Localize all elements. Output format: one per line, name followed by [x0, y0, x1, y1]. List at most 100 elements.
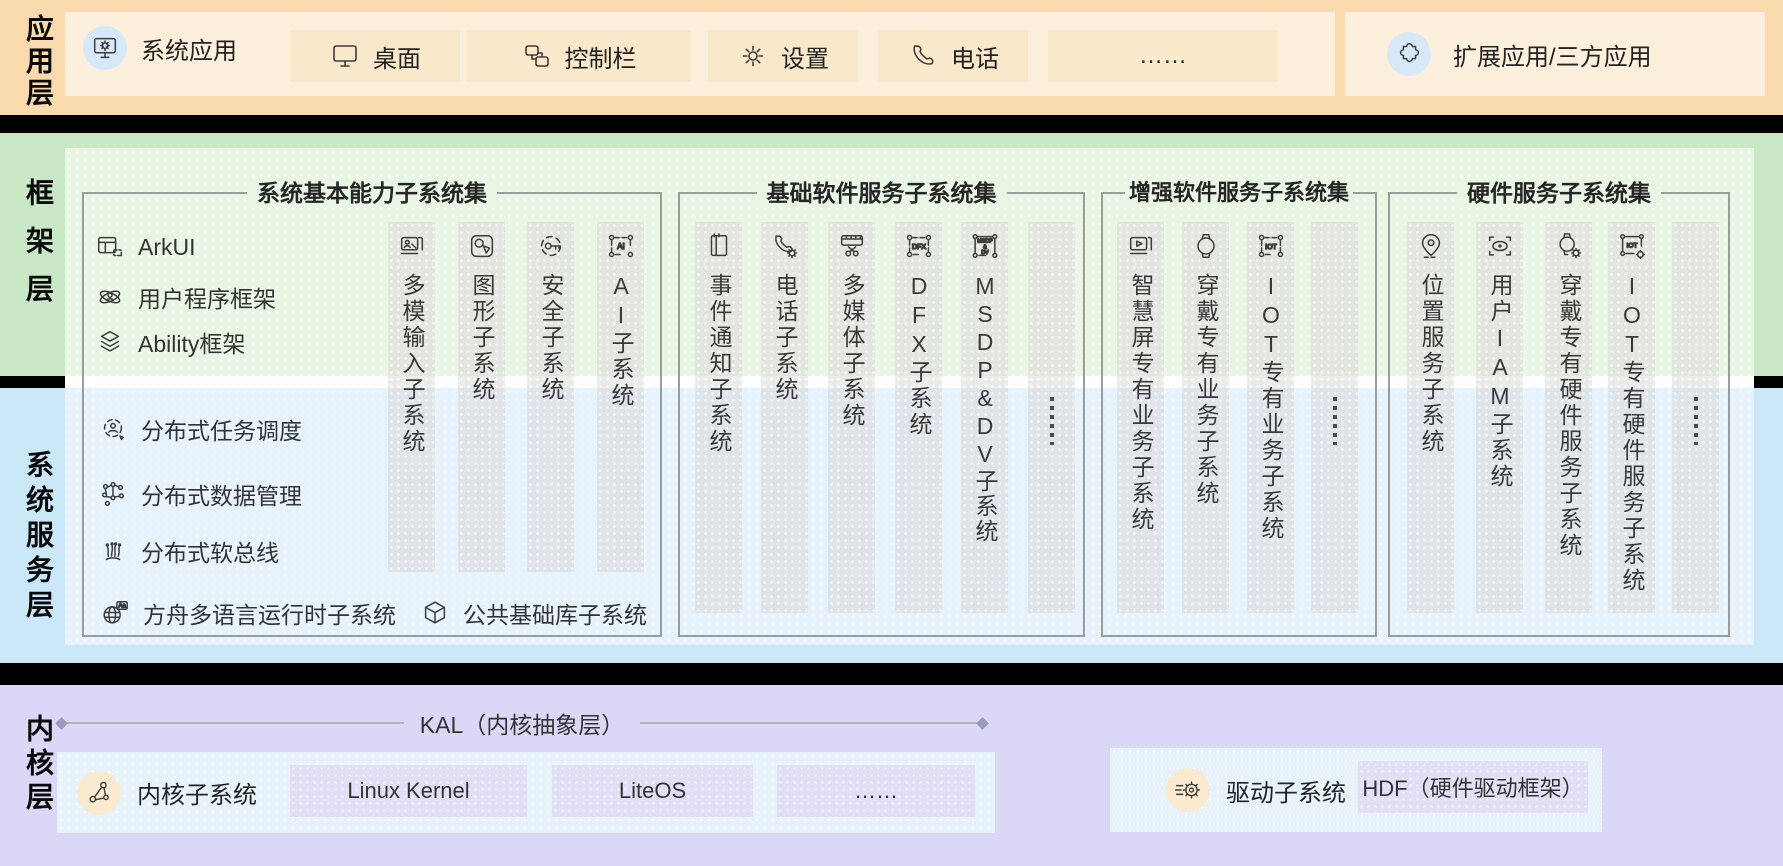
column-label: 穿戴专有业务子系统 — [1193, 273, 1219, 507]
label-application-layer: 应用层 — [23, 14, 54, 110]
ellipsis-dots — [1049, 397, 1054, 445]
column-label: MSDP&DV子系统 — [972, 273, 998, 544]
column-smart-screen-service: 智慧屏专有业务子系统 — [1117, 222, 1164, 613]
media-icon — [837, 231, 867, 261]
notebook-icon — [704, 231, 734, 261]
separator-bottom — [0, 663, 1783, 685]
security-key-icon — [536, 231, 566, 261]
item-common-library: 公共基础库子系统 — [420, 596, 647, 630]
graphics-icon — [467, 231, 497, 261]
iot-gear-frame-icon — [1617, 231, 1647, 261]
layers-icon — [95, 327, 125, 357]
kernel-box-linux: Linux Kernel — [290, 765, 527, 817]
group-title: 系统基本能力子系统集 — [247, 178, 497, 208]
kernel-box-liteos: LiteOS — [552, 765, 753, 817]
item-distributed-data: 分布式数据管理 — [98, 477, 302, 511]
phone-gear-icon — [770, 231, 800, 261]
item-label: ArkUI — [138, 233, 196, 260]
column-label: IOT专有业务子系统 — [1258, 273, 1284, 542]
driver-box-hdf: HDF（硬件驱动框架） — [1358, 761, 1588, 813]
kal-line-right — [640, 722, 979, 724]
column-security: 安全子系统 — [527, 222, 574, 572]
driver-subsystem-label: 驱动子系统 — [1226, 779, 1346, 807]
app-item-label: 设置 — [781, 45, 829, 73]
puzzle-icon — [1387, 32, 1431, 76]
group-title: 增强软件服务子系统集 — [1124, 178, 1354, 208]
cube-icon — [420, 598, 450, 628]
column-label: 用户IAM子系统 — [1487, 273, 1513, 490]
label-service-layer: 系统服务层 — [23, 450, 54, 625]
item-label: 方舟多语言运行时子系统 — [143, 602, 396, 628]
iot-frame-icon — [1256, 231, 1286, 261]
kal-diamond-left — [55, 716, 68, 730]
dfx-frame-icon — [904, 231, 934, 261]
group-title: 硬件服务子系统集 — [1457, 178, 1661, 208]
watch-gear-icon — [1554, 231, 1584, 261]
ai-frame-icon — [606, 231, 636, 261]
column-more-hardware-services — [1672, 222, 1719, 613]
extension-apps-label: 扩展应用/三方应用 — [1453, 43, 1652, 71]
app-item-label: 电话 — [951, 45, 999, 73]
app-item-system-apps: 系统应用 — [83, 26, 237, 70]
column-wearable-hardware-service: 穿戴专有硬件服务子系统 — [1545, 222, 1592, 613]
column-location-service: 位置服务子系统 — [1407, 222, 1454, 613]
column-label: 多模输入子系统 — [399, 273, 425, 455]
kernel-subsystem-label: 内核子系统 — [137, 782, 257, 809]
item-label: 分布式数据管理 — [141, 483, 302, 509]
kal-abstraction-row: KAL（内核抽象层） — [55, 710, 989, 738]
column-more-enhanced-services — [1311, 222, 1358, 613]
item-label: Ability框架 — [138, 331, 246, 357]
item-ability-framework: Ability框架 — [95, 325, 245, 359]
column-multimodal-input: 多模输入子系统 — [388, 222, 435, 572]
column-label: 多媒体子系统 — [839, 273, 865, 429]
kernel-subsystem-panel: 内核子系统 Linux Kernel LiteOS …… — [57, 752, 995, 833]
item-distributed-softbus: 分布式软总线 — [98, 534, 279, 568]
multimodal-input-icon — [397, 231, 427, 261]
column-iot-service: IOT专有业务子系统 — [1247, 222, 1294, 613]
driver-subsystem-icon — [1166, 768, 1210, 812]
item-arkui: ArkUI — [95, 232, 196, 262]
column-label: AI子系统 — [608, 273, 634, 409]
app-item-label: …… — [1139, 42, 1187, 69]
location-pin-icon — [1416, 231, 1446, 261]
msdp-dv-frame-icon — [970, 231, 1000, 261]
column-label: 穿戴专有硬件服务子系统 — [1556, 273, 1582, 559]
data-nodes-icon — [98, 479, 128, 509]
item-app-framework: 用户程序框架 — [95, 280, 276, 314]
app-item-phone: 电话 — [878, 30, 1028, 82]
item-label: 用户程序框架 — [138, 286, 276, 312]
ellipsis-dots — [1693, 397, 1698, 445]
eye-scan-icon — [1485, 231, 1515, 261]
column-label: 位置服务子系统 — [1418, 273, 1444, 455]
ellipsis-dots — [1332, 397, 1337, 445]
item-ark-runtime: 方舟多语言运行时子系统 — [100, 596, 396, 630]
arkui-icon — [95, 232, 125, 262]
extension-apps-panel: 扩展应用/三方应用 — [1345, 12, 1765, 96]
phone-icon — [907, 40, 939, 72]
driver-subsystem-panel: 驱动子系统 HDF（硬件驱动框架） — [1110, 748, 1602, 832]
column-graphics: 图形子系统 — [458, 222, 505, 572]
group-title: 基础软件服务子系统集 — [756, 178, 1007, 208]
softbus-icon — [98, 536, 128, 566]
gear-icon — [737, 40, 769, 72]
column-label: 图形子系统 — [469, 273, 495, 403]
column-iot-hardware-service: IOT专有硬件服务子系统 — [1608, 222, 1655, 613]
kernel-box-ellipsis: …… — [777, 765, 975, 817]
column-label: DFX子系统 — [906, 273, 932, 438]
column-msdp-dv: MSDP&DV子系统 — [961, 222, 1008, 613]
column-telephony: 电话子系统 — [761, 222, 808, 613]
item-label: 分布式任务调度 — [141, 418, 302, 444]
system-app-icon — [83, 26, 127, 70]
app-item-label: 桌面 — [373, 45, 421, 73]
kal-label: KAL（内核抽象层） — [419, 712, 625, 738]
column-wearable-service: 穿戴专有业务子系统 — [1182, 222, 1229, 613]
control-bar-icon — [521, 40, 553, 72]
column-more-basic-services — [1028, 222, 1075, 613]
column-dfx: DFX子系统 — [895, 222, 942, 613]
app-item-settings: 设置 — [708, 30, 858, 82]
item-label: 分布式软总线 — [141, 540, 279, 566]
atom-icon — [95, 282, 125, 312]
column-user-iam: 用户IAM子系统 — [1476, 222, 1523, 613]
desktop-icon — [329, 40, 361, 72]
globe-language-icon — [100, 598, 130, 628]
